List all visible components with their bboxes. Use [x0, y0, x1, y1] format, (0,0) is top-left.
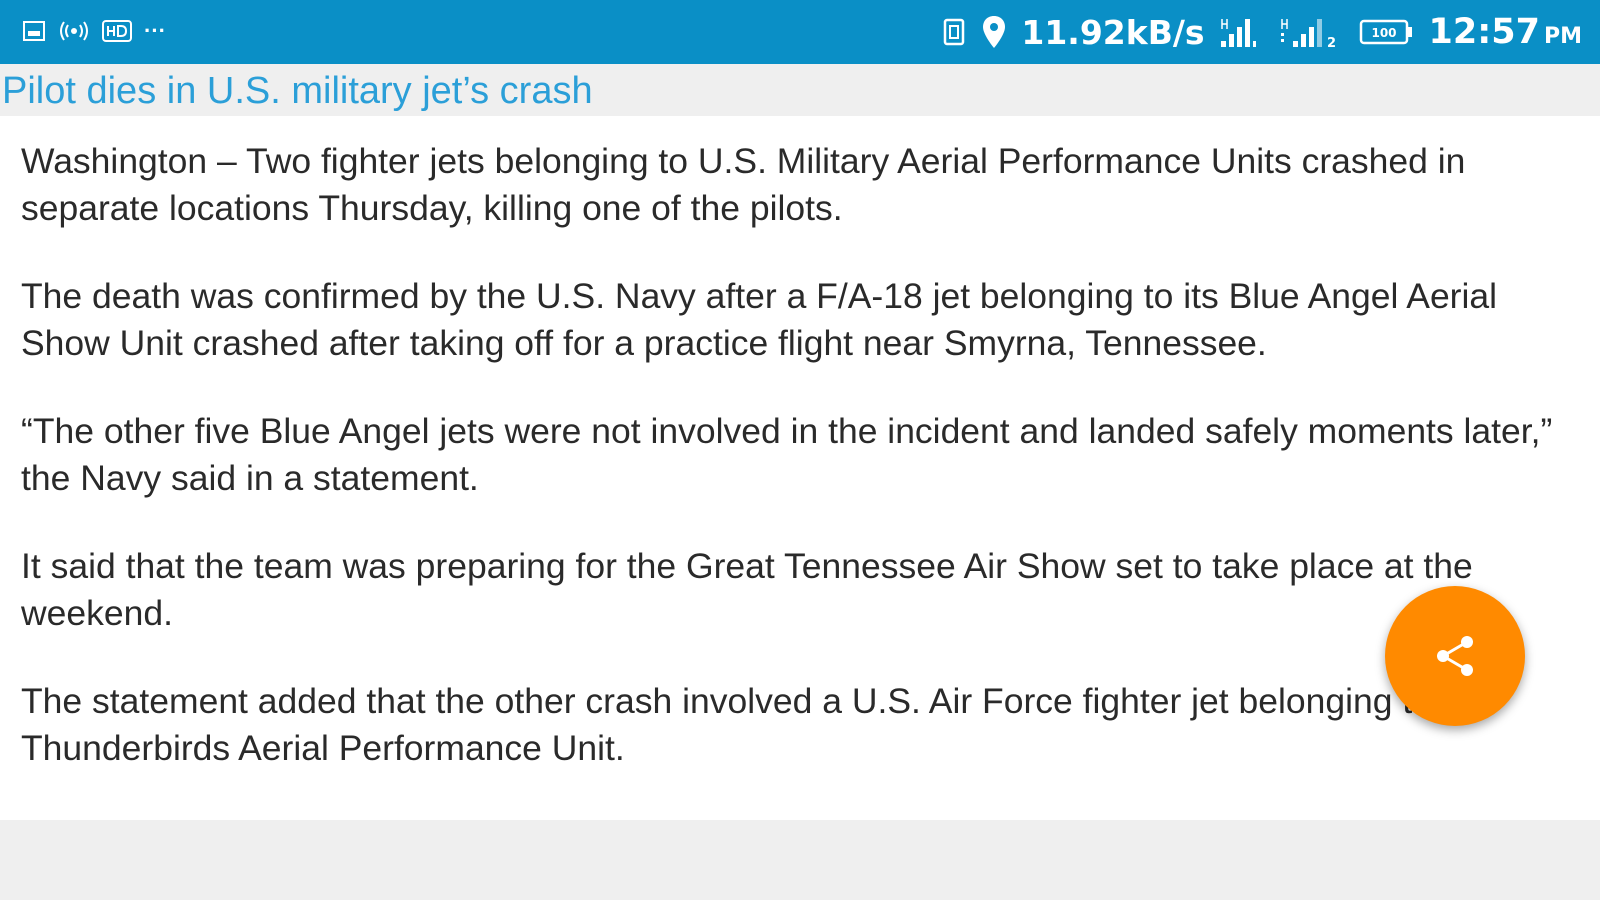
signal-sim2-icon: 2: [1279, 15, 1345, 49]
image-icon: [22, 19, 46, 43]
share-button[interactable]: [1385, 586, 1525, 726]
more-dots-icon: ···: [144, 18, 166, 43]
network-speed: 11.92kB/s: [1021, 12, 1205, 52]
article-paragraph: The statement added that the other crash…: [21, 681, 1492, 768]
article-title-bar: Pilot dies in U.S. military jet’s crash: [0, 64, 1600, 116]
battery-level-text: 100: [1371, 26, 1396, 40]
article-title: Pilot dies in U.S. military jet’s crash: [2, 70, 593, 112]
status-bar-notifications: ···: [22, 18, 166, 44]
article-paragraph: “The other five Blue Angel jets were not…: [21, 411, 1553, 498]
clock-time: 12:57: [1428, 12, 1540, 52]
status-bar-system: 11.92kB/s 2 100 12:57 PM: [941, 10, 1582, 54]
clock: 12:57 PM: [1429, 12, 1582, 52]
svg-text:2: 2: [1327, 36, 1336, 49]
clock-ampm: PM: [1543, 24, 1582, 49]
share-icon: [1431, 632, 1479, 680]
vibrate-icon: [941, 17, 967, 47]
article-paragraph: It said that the team was preparing for …: [21, 546, 1473, 633]
signal-sim1-icon: [1219, 15, 1265, 49]
hotspot-icon: [58, 19, 90, 43]
status-bar: ··· 11.92kB/s 2 100 12:57 PM: [0, 0, 1600, 64]
battery-icon: 100: [1359, 17, 1415, 47]
hd-icon: [102, 19, 132, 43]
article-body: Washington – Two fighter jets belonging …: [0, 116, 1600, 820]
location-icon: [981, 15, 1007, 49]
article-paragraph: Washington – Two fighter jets belonging …: [21, 141, 1466, 228]
article-paragraph: The death was confirmed by the U.S. Navy…: [21, 276, 1498, 363]
